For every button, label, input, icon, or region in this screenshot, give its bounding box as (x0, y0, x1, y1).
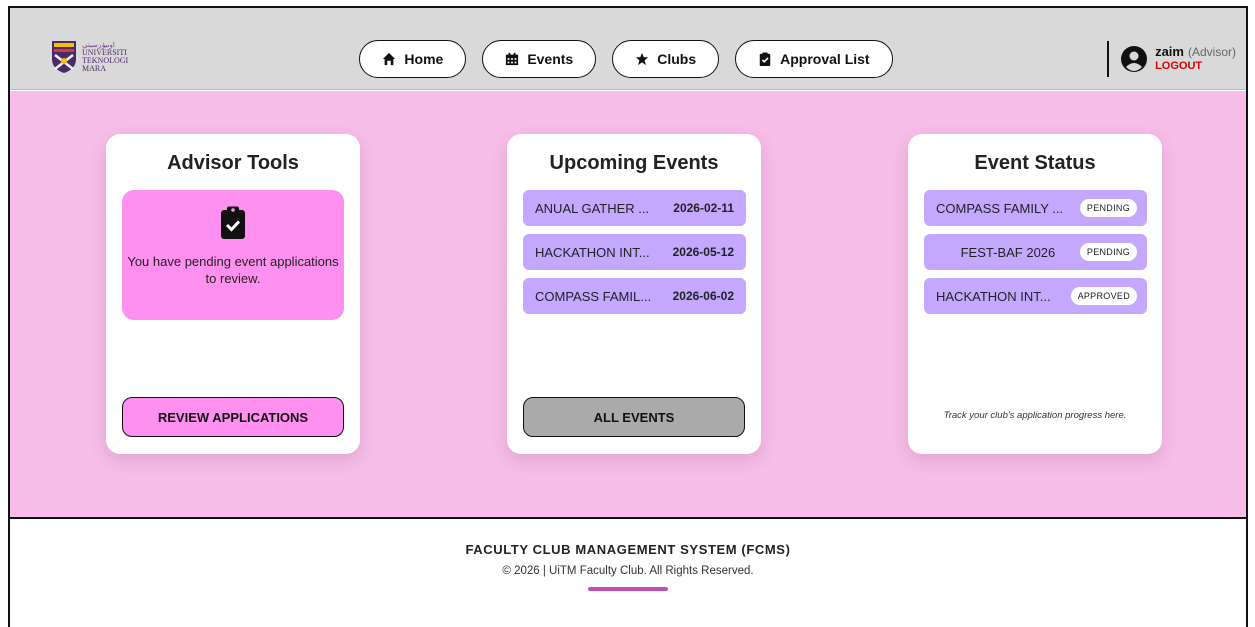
pending-message: You have pending event applications to r… (127, 254, 339, 286)
status-event-name: HACKATHON INT... (936, 288, 1051, 304)
user-circle-icon[interactable] (1121, 46, 1148, 72)
user-role: (Advisor) (1187, 45, 1236, 59)
event-date: 2026-02-11 (673, 201, 734, 215)
event-list-item[interactable]: COMPASS FAMIL... 2026-06-02 (523, 278, 746, 314)
nav-clubs-button[interactable]: Clubs (612, 40, 720, 78)
event-list-item[interactable]: ANUAL GATHER ... 2026-02-11 (523, 190, 746, 226)
status-event-name: COMPASS FAMILY ... (936, 200, 1064, 216)
footer-title: FACULTY CLUB MANAGEMENT SYSTEM (FCMS) (465, 542, 791, 557)
footer-copyright: © 2026 | UiTM Faculty Club. All Rights R… (502, 565, 754, 577)
status-badge: APPROVED (1070, 287, 1137, 305)
status-event-name: FEST-BAF 2026 (960, 244, 1056, 260)
status-list-item: COMPASS FAMILY ... PENDING (924, 190, 1147, 226)
event-date: 2026-06-02 (672, 289, 734, 303)
upcoming-events-card: Upcoming Events ANUAL GATHER ... 2026-02… (507, 134, 761, 454)
app-frame: اونيۏرسيتي UNIVERSITI TEKNOLOGI MARA Hom… (8, 6, 1248, 627)
event-name: ANUAL GATHER ... (535, 200, 650, 216)
star-icon (636, 52, 649, 66)
event-name: HACKATHON INT... (535, 244, 650, 260)
event-status-list: COMPASS FAMILY ... PENDING FEST-BAF 2026… (924, 190, 1147, 322)
logout-link[interactable]: LOGOUT (1155, 59, 1236, 73)
status-badge: PENDING (1079, 243, 1137, 261)
event-date: 2026-05-12 (672, 245, 734, 259)
user-meta: zaim (Advisor) LOGOUT (1155, 45, 1236, 73)
dashboard-main: Advisor Tools You have pending event app… (10, 91, 1246, 519)
calendar-icon (506, 52, 519, 66)
header-divider (1107, 41, 1110, 77)
advisor-tools-card: Advisor Tools You have pending event app… (106, 134, 360, 454)
upcoming-events-title: Upcoming Events (549, 152, 719, 174)
nav-home-button[interactable]: Home (359, 40, 467, 78)
nav-home-label: Home (404, 51, 444, 67)
clipboard-check-icon (759, 52, 771, 66)
track-progress-note: Track your club's application progress h… (943, 410, 1127, 421)
page-footer: FACULTY CLUB MANAGEMENT SYSTEM (FCMS) © … (10, 520, 1246, 627)
advisor-tools-title: Advisor Tools (167, 152, 299, 174)
home-icon (383, 52, 396, 66)
user-line: zaim (Advisor) (1155, 44, 1236, 60)
nav-events-button[interactable]: Events (482, 40, 597, 78)
main-nav: Home Events Clubs Approval List (10, 40, 1246, 78)
all-events-button[interactable]: ALL EVENTS (523, 397, 745, 437)
status-list-item: FEST-BAF 2026 PENDING (924, 234, 1147, 270)
event-status-card: Event Status COMPASS FAMILY ... PENDING … (908, 134, 1162, 454)
nav-clubs-label: Clubs (657, 51, 697, 67)
status-list-item: HACKATHON INT... APPROVED (924, 278, 1147, 314)
nav-approval-list-button[interactable]: Approval List (735, 40, 893, 78)
top-header: اونيۏرسيتي UNIVERSITI TEKNOLOGI MARA Hom… (10, 8, 1246, 90)
user-box: zaim (Advisor) LOGOUT (1107, 40, 1236, 78)
event-name: COMPASS FAMIL... (535, 288, 652, 304)
nav-events-label: Events (527, 51, 574, 67)
footer-accent-line (588, 587, 668, 591)
review-applications-button[interactable]: REVIEW APPLICATIONS (122, 397, 344, 437)
event-status-title: Event Status (974, 152, 1096, 174)
clipboard-check-icon (221, 206, 245, 239)
pending-applications-box: You have pending event applications to r… (122, 190, 344, 320)
upcoming-events-list: ANUAL GATHER ... 2026-02-11 HACKATHON IN… (523, 190, 746, 322)
event-list-item[interactable]: HACKATHON INT... 2026-05-12 (523, 234, 746, 270)
status-badge: PENDING (1079, 199, 1137, 217)
user-name: zaim (1155, 44, 1184, 59)
nav-approval-list-label: Approval List (780, 51, 870, 67)
